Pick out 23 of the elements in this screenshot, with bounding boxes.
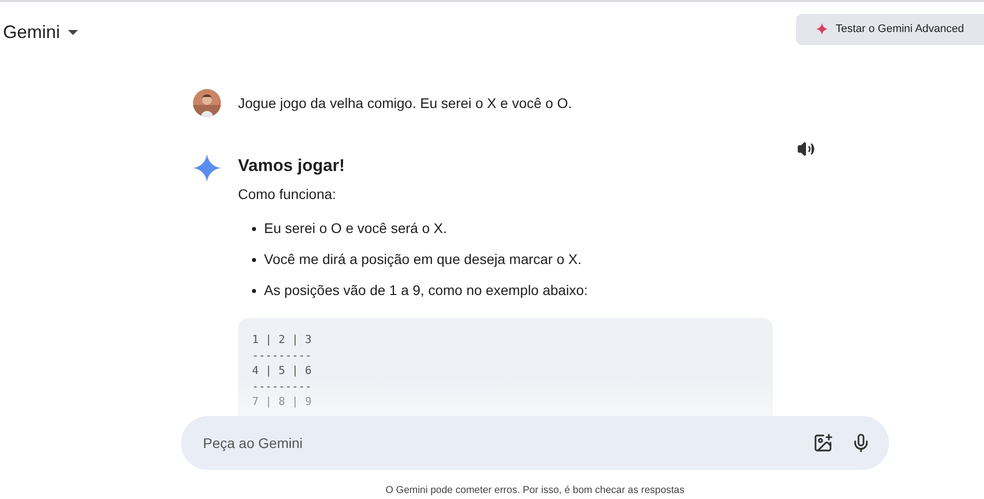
code-line: --------- [252,378,312,394]
code-line: 4 | 5 | 6 [252,363,312,378]
sparkle-icon [816,23,828,35]
user-message: Jogue jogo da velha comigo. Eu serei o X e você o O. [238,95,572,111]
dropdown-caret-icon [68,30,78,34]
speaker-icon[interactable] [797,140,815,158]
bullet-icon [252,258,256,262]
add-image-icon[interactable] [813,433,833,453]
code-line: --------- [252,348,312,363]
bullet-icon [252,227,256,231]
bullet-text: Você me dirá a posição em que deseja marcar o X. [264,251,582,268]
response-heading: Vamos jogar! [238,155,346,177]
sparkle-icon [193,154,221,182]
code-line: 1 | 2 | 3 [252,332,312,348]
model-selector[interactable]: Gemini [3,22,78,42]
bullet-icon [252,289,256,293]
response-subheading: Como funciona: [238,186,338,202]
code-line: 7 | 8 | 9 [252,394,312,410]
prompt-field[interactable]: Peça ao Gemini [181,416,889,470]
disclaimer-text: O Gemini pode cometer erros. Por isso, é bom checar as respostas [385,485,684,496]
upgrade-button[interactable]: Testar o Gemini Advanced [796,14,984,44]
bullet-text: Eu serei o O e você será o X. [264,220,447,237]
bullet-text: As posições vão de 1 a 9, como no exemplo abaixo: [264,282,588,299]
